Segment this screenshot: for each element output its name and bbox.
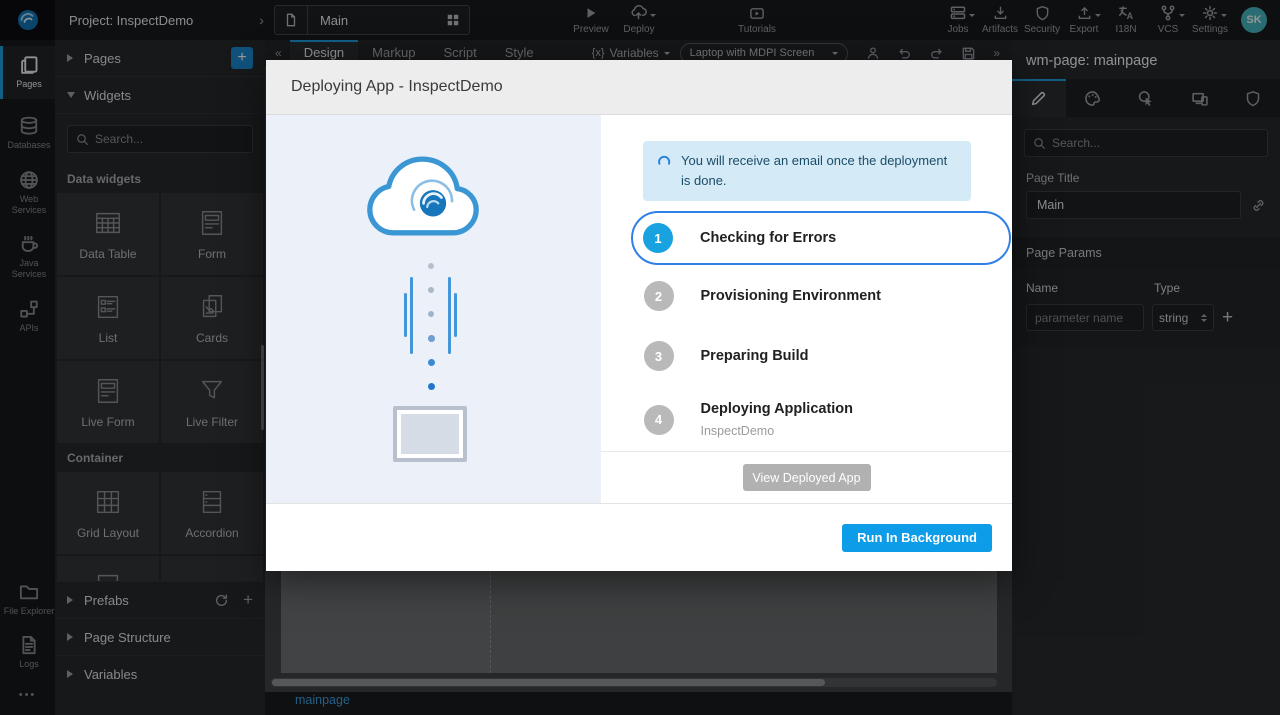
deploy-dialog: Deploying App - InspectDemo xyxy=(266,60,1012,571)
dialog-title: Deploying App - InspectDemo xyxy=(266,60,1012,115)
deploy-progress-dot xyxy=(428,263,434,269)
step-number-badge: 2 xyxy=(644,281,674,311)
view-deployed-app-button[interactable]: View Deployed App xyxy=(743,464,871,491)
step-preparing-build: 3 Preparing Build xyxy=(631,341,1012,371)
deploy-stream-line xyxy=(454,293,457,337)
deploy-stream-line xyxy=(410,277,413,354)
deploy-progress-dot xyxy=(428,335,435,342)
spinner-icon xyxy=(657,154,671,170)
step-provisioning-environment: 2 Provisioning Environment xyxy=(631,281,1012,311)
dialog-footer: Run In Background xyxy=(266,503,1012,571)
step-deploying-application: 4 Deploying Application InspectDemo xyxy=(631,401,1012,438)
device-screen-illustration xyxy=(393,406,467,462)
step-number-badge: 1 xyxy=(643,223,673,253)
deploy-info-banner: You will receive an email once the deplo… xyxy=(643,141,971,201)
deploy-progress-dot xyxy=(428,311,434,317)
deploy-progress-dot xyxy=(428,287,434,293)
step-checking-for-errors: 1 Checking for Errors xyxy=(631,211,1011,265)
view-deployed-row: View Deployed App xyxy=(601,451,1012,503)
cloud-illustration-icon xyxy=(354,143,512,251)
deploy-stream-line xyxy=(448,277,451,354)
deploy-app-name: InspectDemo xyxy=(701,424,854,438)
step-number-badge: 4 xyxy=(644,405,674,435)
deploy-illustration xyxy=(266,115,601,503)
deploy-progress-dot xyxy=(428,383,435,390)
run-in-background-button[interactable]: Run In Background xyxy=(842,524,992,552)
deploy-progress-dot xyxy=(428,359,435,366)
step-number-badge: 3 xyxy=(644,341,674,371)
deploy-stream-line xyxy=(404,293,407,337)
